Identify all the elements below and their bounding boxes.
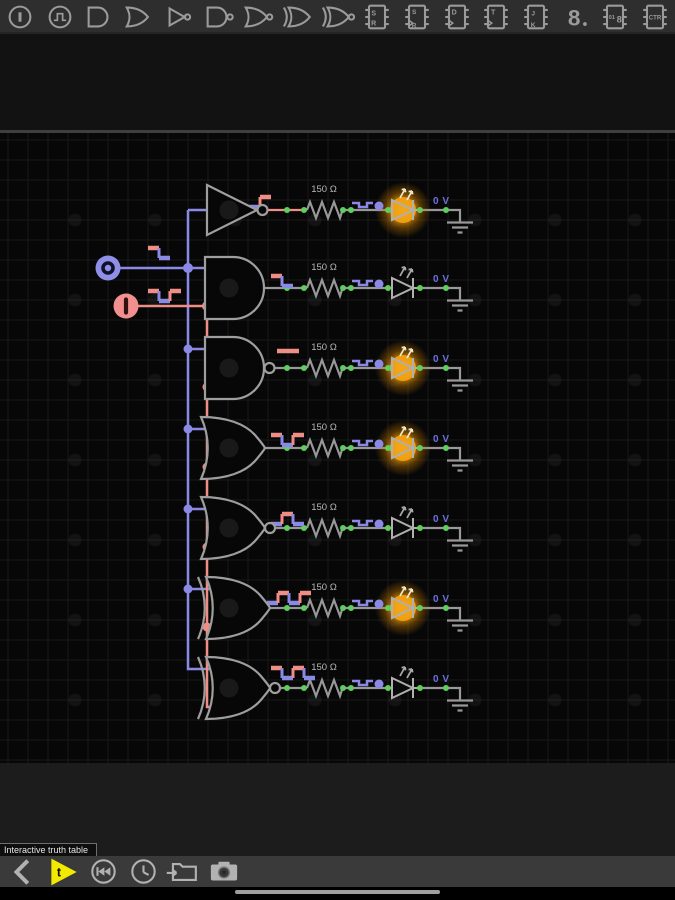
palette-or-gate-button[interactable] [119, 0, 159, 34]
sr-latch-icon: SR [365, 4, 389, 30]
back-button[interactable] [5, 856, 42, 887]
voltage-label: 0 V [433, 594, 450, 605]
voltage-label: 0 V [433, 196, 450, 207]
resistor-label: 150 Ω [311, 582, 337, 593]
resistor-label: 150 Ω [311, 662, 337, 673]
xnor-gate-icon [322, 6, 356, 28]
voltage-label: 0 V [433, 274, 450, 285]
palette-nand-gate-button[interactable] [199, 0, 239, 34]
svg-text:8: 8 [568, 5, 581, 30]
resistor-label: 150 Ω [311, 184, 337, 195]
svg-text:S: S [372, 11, 377, 18]
voltage-label: 0 V [433, 674, 450, 685]
counter-icon: CTR [643, 4, 667, 30]
svg-text:D: D [451, 10, 456, 17]
palette-xnor-gate-button[interactable] [318, 0, 358, 34]
palette-jk-flipflop-button[interactable]: JK [516, 0, 556, 34]
palette-segment-decoder-button[interactable]: 01 8 [596, 0, 636, 34]
tooltip-text: Interactive truth table [4, 845, 89, 855]
resistor-label: 150 Ω [311, 502, 337, 513]
input-node-0[interactable] [95, 255, 121, 281]
open-project-icon [166, 862, 197, 881]
voltage-label: 0 V [433, 514, 450, 525]
not-gate-icon [168, 6, 191, 28]
nor-gate-icon [244, 6, 274, 28]
truth-table-icon: t [50, 858, 77, 885]
app-screen: S R S R D T J K 8 01 8 CTR 150 Ω0 V 150 Ω0 V 150 Ω0 V… [0, 0, 675, 900]
truth-table-triangle [50, 858, 77, 885]
palette-clock-source-button[interactable] [40, 0, 80, 34]
palette-d-flipflop-button[interactable]: D [437, 0, 477, 34]
resistor-label: 150 Ω [311, 422, 337, 433]
clock-source-icon [48, 5, 71, 29]
truth-table-button[interactable]: t [45, 856, 82, 887]
palette-t-flipflop-button[interactable]: T [476, 0, 516, 34]
lower-panel[interactable] [0, 763, 675, 856]
sr-flipflop-icon: SR [405, 4, 429, 29]
xor-gate-icon [282, 6, 311, 28]
open-project-button[interactable] [165, 856, 202, 887]
voltage-label: 0 V [433, 434, 450, 445]
svg-text:8: 8 [617, 14, 622, 25]
rewind-button[interactable] [85, 856, 122, 887]
svg-text:J: J [531, 11, 535, 18]
palette-sr-latch-button[interactable]: SR [357, 0, 397, 34]
screenshot-button[interactable] [205, 856, 242, 887]
svg-text:K: K [531, 22, 536, 29]
segment-decoder-icon: 01 8 [603, 4, 628, 30]
resistor-label: 150 Ω [311, 342, 337, 353]
home-indicator[interactable] [235, 890, 440, 894]
palette-counter-button[interactable]: CTR [635, 0, 675, 34]
svg-text:T: T [491, 10, 496, 17]
palette-seven-segment-display-button[interactable]: 8 [556, 0, 596, 34]
t-flipflop-icon: T [484, 4, 509, 30]
jk-flipflop-icon: JK [524, 4, 548, 30]
svg-text:R: R [371, 20, 376, 27]
palette-and-gate-button[interactable] [79, 0, 119, 34]
palette-logic-input-button[interactable] [0, 0, 40, 34]
and-gate-component[interactable] [203, 255, 266, 321]
history-button[interactable] [125, 856, 162, 887]
palette-nor-gate-button[interactable] [238, 0, 278, 34]
screenshot-icon [210, 861, 237, 880]
palette-not-gate-button[interactable] [159, 0, 199, 34]
voltage-label: 0 V [433, 354, 450, 365]
svg-text:R: R [412, 22, 417, 29]
component-palette: S R S R D T J K 8 01 8 CTR [0, 0, 675, 34]
logic-input-icon [8, 5, 32, 29]
palette-sr-flipflop-button[interactable]: SR [397, 0, 437, 34]
svg-text:01: 01 [609, 15, 615, 21]
and-gate-icon [87, 6, 109, 28]
palette-xor-gate-button[interactable] [278, 0, 318, 34]
d-flipflop-icon: D [444, 4, 469, 30]
action-toolbar: t [0, 856, 675, 887]
svg-text:CTR: CTR [649, 14, 662, 21]
svg-text:S: S [412, 9, 417, 16]
upper-panel[interactable] [0, 34, 675, 130]
back-icon [13, 858, 29, 885]
resistor-label: 150 Ω [311, 262, 337, 273]
seven-segment-display-icon: 8 [568, 5, 587, 30]
circuit-canvas[interactable]: 150 Ω 0 V 150 Ω 0 V 150 Ω 0 V 150 Ω 0 V 150 Ω 0 V… [0, 133, 675, 763]
input-node-1[interactable] [113, 293, 139, 319]
nand-gate-icon [206, 6, 235, 28]
or-gate-icon [124, 6, 150, 28]
history-icon [131, 859, 156, 884]
rewind-icon [91, 859, 116, 884]
